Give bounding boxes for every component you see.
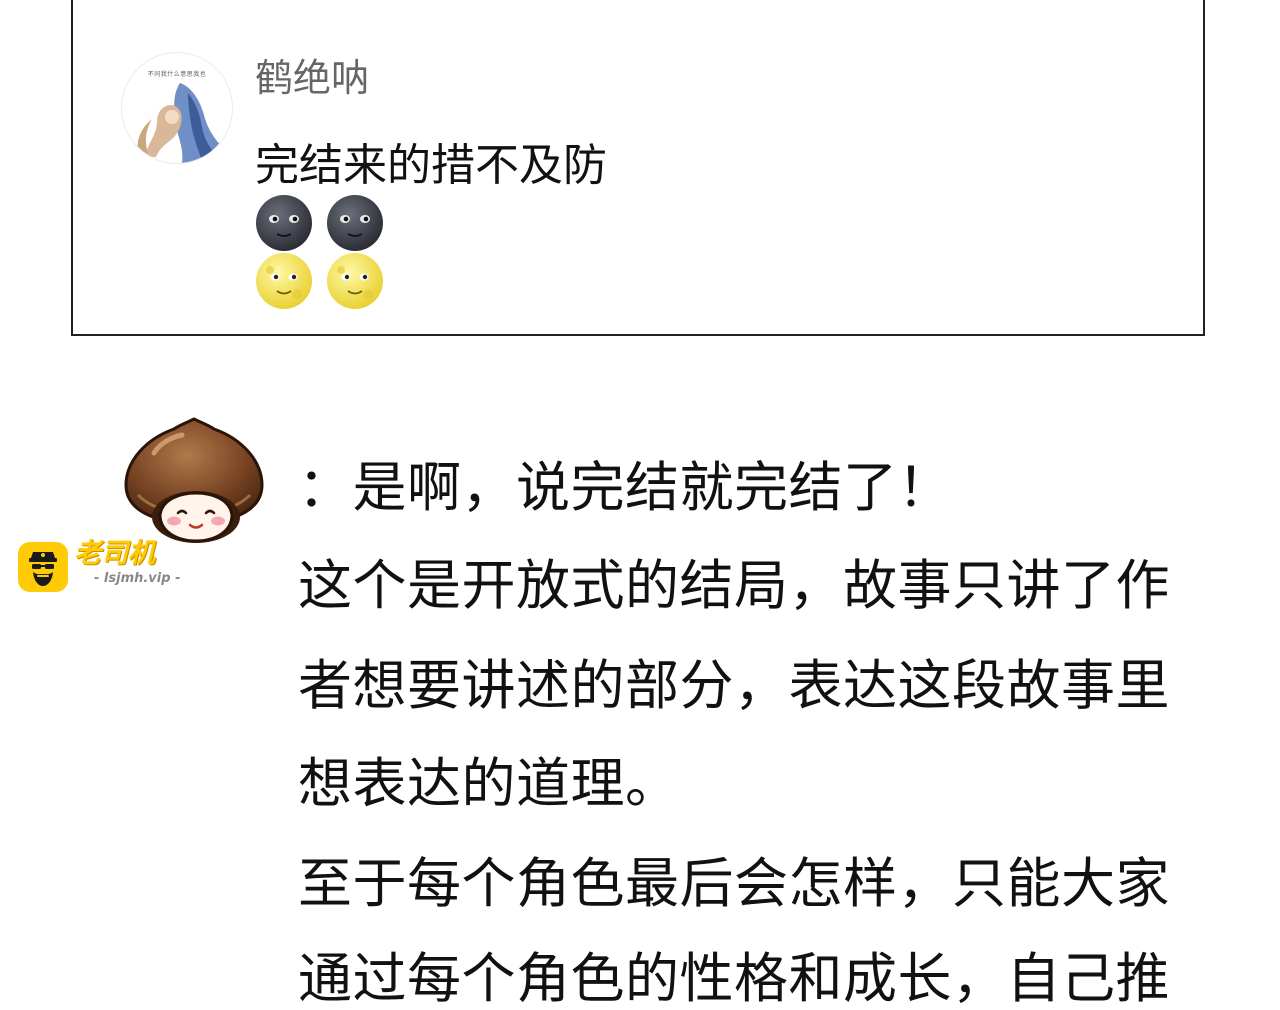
new-moon-face-icon — [255, 194, 313, 252]
reply-first-line: ：是啊，说完结就完结了！ — [298, 456, 952, 519]
comment-text: 完结来的措不及防 — [255, 140, 607, 191]
comment-card: 不问我什么意思我也 鹤绝呐 完结来的措不及防 — [71, 0, 1205, 336]
reply-line: 者想要讲述的部分，表达这段故事里 — [298, 654, 1170, 717]
full-moon-face-icon — [326, 252, 384, 310]
chestnut-mascot-icon — [124, 417, 264, 543]
reply-line: 通过每个角色的性格和成长，自己推 — [298, 947, 1170, 1010]
commenter-username[interactable]: 鹤绝呐 — [255, 52, 369, 104]
full-moon-face-icon — [255, 252, 313, 310]
reply-line: 想表达的道理。 — [298, 752, 680, 815]
avatar-caption: 不问我什么意思我也 — [147, 71, 207, 78]
site-watermark: 老司机 - lsjmh.vip - — [18, 538, 188, 594]
chestnut-mascot-avatar — [122, 413, 266, 545]
reply-line: 至于每个角色最后会怎样，只能大家 — [298, 852, 1170, 915]
commenter-avatar[interactable]: 不问我什么意思我也 — [121, 52, 233, 164]
new-moon-face-icon — [326, 194, 384, 252]
watermark-title: 老司机 — [74, 538, 155, 569]
watermark-url: - lsjmh.vip - — [94, 571, 181, 586]
emoji-row — [255, 252, 397, 310]
reply-line: 这个是开放式的结局，故事只讲了作 — [298, 554, 1170, 617]
watermark-logo-icon — [18, 542, 68, 592]
emoji-row — [255, 194, 397, 252]
